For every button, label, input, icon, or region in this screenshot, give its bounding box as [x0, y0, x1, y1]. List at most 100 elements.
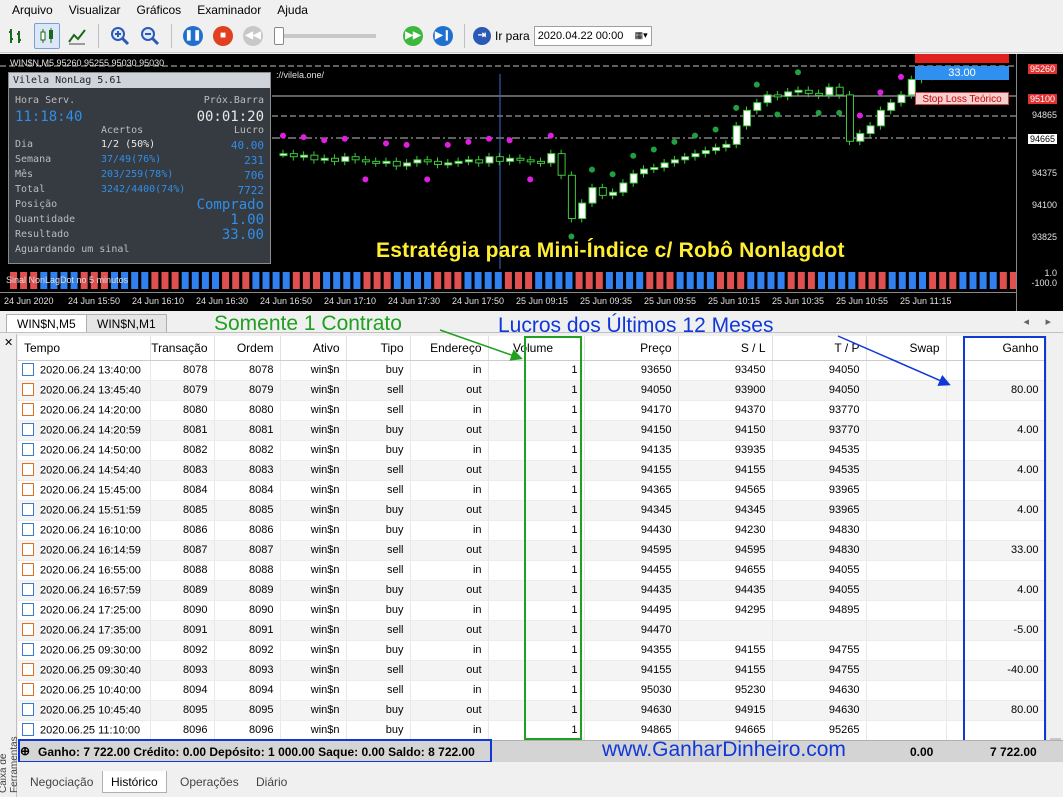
col-header[interactable]: Swap [866, 336, 947, 361]
cell-time-text: 2020.06.24 16:55:00 [40, 563, 141, 576]
toolbox-label: Caixa de Ferramentas [0, 736, 20, 793]
goto-date-input[interactable]: 2020.04.22 00:00 ▦▾ [533, 25, 652, 46]
cell-col-9: 93965 [772, 500, 867, 521]
cell-col-8: 94435 [678, 580, 773, 601]
cell-col-8: 94155 [678, 640, 773, 661]
signal-bar [212, 272, 219, 289]
col-header[interactable]: Ordem [214, 336, 281, 361]
cell-col-5: out [410, 660, 489, 681]
price-chart[interactable]: WIN$N,M5 95260 95255 95030 95030 ://vile… [0, 54, 1063, 311]
candle-body [289, 153, 298, 158]
menu-arquivo[interactable]: Arquivo [4, 3, 61, 17]
cell-col-2: 8078 [214, 360, 281, 381]
signal-bar [848, 272, 856, 289]
speed-slider-knob[interactable] [274, 26, 284, 45]
nonlag-dot [753, 81, 760, 88]
tabs-scroll-left-icon[interactable]: ◂ [1023, 315, 1029, 328]
cell-time-text: 2020.06.24 17:35:00 [40, 623, 141, 636]
col-header[interactable]: Ativo [280, 336, 347, 361]
cell-col-5: in [410, 480, 489, 501]
table-horizontal-scrollbar[interactable] [18, 762, 1063, 771]
candle-body [516, 157, 525, 161]
col-header[interactable]: Tipo [346, 336, 411, 361]
signal-bar [666, 272, 674, 289]
candle-body [650, 167, 659, 171]
cell-col-9: 93770 [772, 400, 867, 421]
signal-bar [323, 272, 331, 289]
tab-operacoes[interactable]: Operações [172, 771, 247, 793]
tab-historico[interactable]: Histórico [102, 771, 167, 793]
signal-bar [343, 272, 351, 289]
calendar-dropdown-icon[interactable]: ▦▾ [635, 30, 651, 41]
col-header[interactable]: Transação [150, 336, 215, 361]
tab-diario[interactable]: Diário [248, 771, 295, 793]
cell-col-10 [866, 640, 947, 661]
fast-forward-button[interactable]: ▶▶ [400, 23, 426, 49]
nonlag-dot [795, 69, 801, 76]
rewind-button[interactable]: ◀◀ [240, 23, 266, 49]
skip-forward-button[interactable]: ▶❙ [430, 23, 456, 49]
cell-col-8: 93450 [678, 360, 773, 381]
bar-chart-button[interactable] [4, 23, 30, 49]
candle-chart-icon [40, 27, 53, 43]
time-tick: 24 Jun 16:50 [260, 296, 313, 306]
price-tick: 94100 [1031, 200, 1057, 210]
menu-ajuda[interactable]: Ajuda [269, 3, 316, 17]
menu-visualizar[interactable]: Visualizar [61, 3, 129, 17]
tab-win-m5[interactable]: WIN$N,M5 [6, 314, 87, 332]
tab-win-m1[interactable]: WIN$N,M1 [86, 314, 167, 332]
cell-col-7: 94135 [584, 440, 679, 461]
time-tick: 24 Jun 2020 [4, 296, 54, 306]
speed-slider[interactable] [274, 26, 376, 45]
signal-bar [646, 272, 654, 289]
tabs-scroll-right-icon[interactable]: ▸ [1045, 315, 1051, 328]
cell-time-text: 2020.06.25 09:30:00 [40, 643, 141, 656]
zoom-out-button[interactable] [137, 23, 163, 49]
candle-chart-button[interactable] [34, 22, 60, 49]
cell-col-3: win$n [280, 720, 347, 740]
cell-col-2: 8089 [214, 580, 281, 601]
tab-negociacao[interactable]: Negociação [22, 771, 101, 793]
candle-body [670, 159, 679, 164]
candle-body [567, 174, 576, 220]
acertos-header: Acertos [101, 125, 144, 136]
candle-body [609, 191, 618, 196]
toolbar: ❚❚ ■ ◀◀ ▶▶ ▶❙ ⇥ Ir para 2020.04.22 00:00… [0, 19, 1063, 53]
zoom-in-button[interactable] [107, 23, 133, 49]
candle-body [835, 86, 844, 96]
nonlag-dot [383, 140, 389, 147]
col-header[interactable]: Endereço [410, 336, 489, 361]
cell-col-5: out [410, 700, 489, 721]
line-chart-button[interactable] [64, 23, 90, 49]
signal-bar [747, 272, 755, 289]
col-header[interactable]: Tempo [18, 336, 151, 361]
menu-graficos[interactable]: Gráficos [129, 3, 190, 17]
close-icon[interactable]: ✕ [4, 336, 13, 349]
candle-body [485, 156, 494, 164]
signal-bar [474, 272, 482, 289]
price-tick: 94375 [1031, 168, 1057, 178]
signal-bar [525, 272, 533, 289]
candle-body [743, 109, 751, 127]
pause-button[interactable]: ❚❚ [180, 23, 206, 49]
nonlag-dot [836, 109, 843, 116]
table-vertical-scrollbar[interactable] [1046, 336, 1063, 752]
cell-col-4: sell [346, 480, 411, 501]
candle-body [763, 94, 772, 104]
cell-col-0: 2020.06.24 17:35:00 [18, 620, 151, 641]
col-header[interactable]: S / L [678, 336, 773, 361]
cell-col-3: win$n [280, 700, 347, 721]
col-header[interactable]: Preço [584, 336, 679, 361]
candle-body [454, 160, 463, 164]
menu-examinador[interactable]: Examinador [189, 3, 269, 17]
goto-icon[interactable]: ⇥ [473, 26, 491, 45]
col-header[interactable]: T / P [772, 336, 867, 361]
toolbar-separator [98, 23, 99, 48]
candle-body [341, 156, 350, 162]
cell-col-2: 8096 [214, 720, 281, 740]
cell-col-7: 94345 [584, 500, 679, 521]
hora-label: Hora Serv. [15, 95, 76, 106]
stop-button[interactable]: ■ [210, 23, 236, 49]
signal-bar [363, 272, 371, 289]
cell-col-9: 93770 [772, 420, 867, 441]
